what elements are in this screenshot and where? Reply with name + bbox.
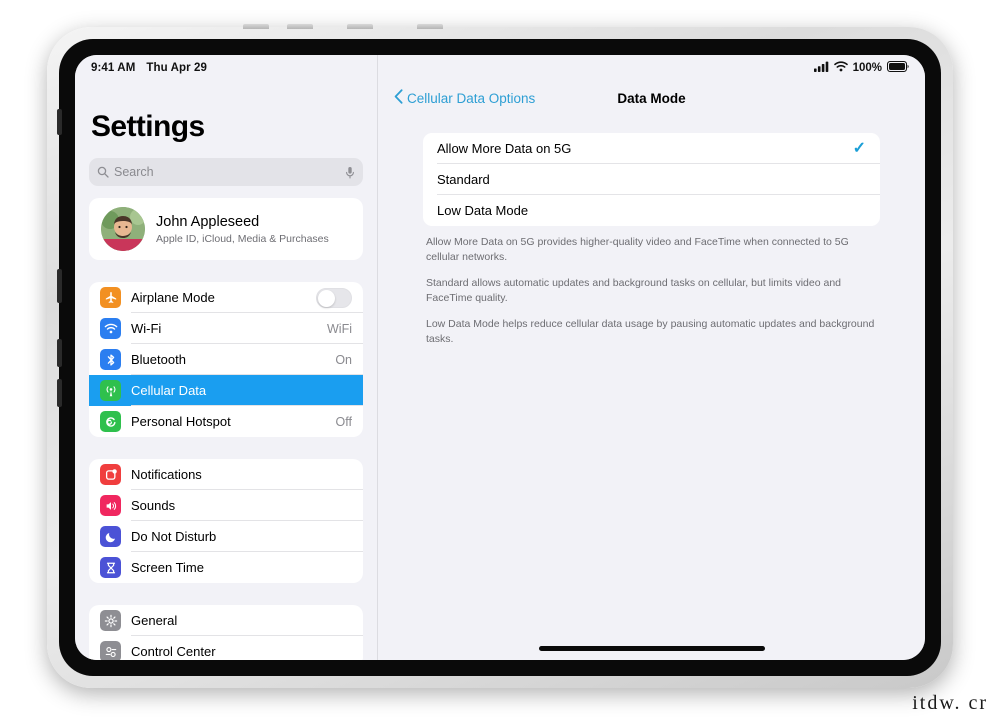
sidebar-item-value: Off (335, 414, 352, 429)
profile-row[interactable]: John Appleseed Apple ID, iCloud, Media &… (89, 198, 363, 260)
sidebar-item-label: Personal Hotspot (131, 414, 231, 429)
sidebar-item-label: Wi-Fi (131, 321, 162, 336)
option-row[interactable]: Allow More Data on 5G ✓ (423, 133, 880, 164)
gear-icon (100, 610, 121, 631)
sidebar-item-general[interactable]: General (89, 605, 363, 636)
sidebar-item-notifications[interactable]: Notifications (89, 459, 363, 490)
moon-icon (100, 526, 121, 547)
notifications-icon (100, 464, 121, 485)
watermark: itdw. cr (912, 692, 988, 714)
footnote-text: Low Data Mode helps reduce cellular data… (426, 317, 875, 345)
ipad-screen: 9:41 AM Thu Apr 29 Settings Search John … (75, 55, 925, 660)
sidebar-item-control-center[interactable]: Control Center (89, 636, 363, 660)
sidebar-groups: Airplane Mode Wi-Fi WiFi Bluetooth On Cellula… (75, 282, 377, 660)
option-label: Standard (437, 172, 490, 187)
settings-group: Airplane Mode Wi-Fi WiFi Bluetooth On Cellula… (89, 282, 363, 437)
profile-name: John Appleseed (156, 213, 260, 230)
profile-card[interactable]: John Appleseed Apple ID, iCloud, Media &… (89, 198, 363, 260)
hotspot-icon (100, 411, 121, 432)
settings-group: General Control Center (89, 605, 363, 660)
left-port-1 (57, 109, 62, 135)
chevron-left-icon (394, 89, 403, 107)
footnote-text: Standard allows automatic updates and ba… (426, 276, 841, 304)
search-input[interactable] (114, 165, 345, 179)
settings-group: Notifications Sounds Do Not Disturb Screen … (89, 459, 363, 583)
sidebar-item-label: General (131, 613, 178, 628)
option-label: Low Data Mode (437, 203, 529, 218)
sidebar-item-bluetooth[interactable]: Bluetooth On (89, 344, 363, 375)
power-button[interactable] (417, 24, 443, 29)
screen-bezel: 9:41 AM Thu Apr 29 Settings Search John … (57, 39, 941, 676)
airplane-icon (100, 287, 121, 308)
wifi-icon (833, 61, 848, 75)
hourglass-icon (100, 557, 121, 578)
sidebar-item-label: Control Center (131, 644, 216, 659)
option-label: Allow More Data on 5G (437, 141, 572, 156)
navigation-bar: Cellular Data Options Data Mode (378, 81, 925, 115)
search-icon (97, 166, 109, 178)
detail-pane: 100% Cellular Data Options Data Mode All… (378, 55, 925, 660)
sidebar-item-personal-hotspot[interactable]: Personal Hotspot Off (89, 406, 363, 437)
home-indicator[interactable] (538, 646, 765, 651)
left-port-3 (57, 339, 62, 367)
sidebar-item-value: WiFi (327, 321, 352, 336)
option-row[interactable]: Standard (423, 164, 880, 195)
sidebar-item-label: Notifications (131, 467, 202, 482)
cellular-signal-icon (813, 61, 829, 75)
back-button-label: Cellular Data Options (407, 90, 536, 106)
volume-button-3[interactable] (347, 24, 373, 29)
footnote-text: Allow More Data on 5G provides higher-qu… (426, 236, 849, 263)
status-date: Thu Apr 29 (146, 62, 208, 74)
volume-button-2[interactable] (287, 24, 313, 29)
left-port-4 (57, 379, 62, 407)
sidebar-item-sounds[interactable]: Sounds (89, 490, 363, 521)
sidebar-item-screen-time[interactable]: Screen Time (89, 552, 363, 583)
footnotes: Allow More Data on 5G provides higher-qu… (426, 235, 877, 346)
sidebar-item-wi-fi[interactable]: Wi-Fi WiFi (89, 313, 363, 344)
ipad-device: 9:41 AM Thu Apr 29 Settings Search John … (47, 24, 953, 688)
wifi-icon (100, 318, 121, 339)
settings-sidebar: 9:41 AM Thu Apr 29 Settings Search John … (75, 55, 378, 660)
sidebar-item-label: Sounds (131, 498, 176, 513)
battery-full-icon (887, 61, 909, 75)
sidebar-item-label: Screen Time (131, 560, 204, 575)
status-bar-left: 9:41 AM Thu Apr 29 (75, 55, 377, 81)
sidebar-item-label: Do Not Disturb (131, 529, 217, 544)
option-row[interactable]: Low Data Mode (423, 195, 880, 226)
sidebar-item-label: Cellular Data (131, 383, 207, 398)
control-center-icon (100, 641, 121, 660)
avatar (101, 207, 145, 251)
battery-percent: 100% (852, 62, 882, 74)
volume-button-1[interactable] (243, 24, 269, 29)
cellular-antenna-icon (100, 380, 121, 401)
sidebar-item-value: On (335, 352, 352, 367)
sidebar-item-airplane-mode[interactable]: Airplane Mode (89, 282, 363, 313)
microphone-icon[interactable] (345, 166, 355, 179)
back-button[interactable]: Cellular Data Options (394, 89, 535, 107)
sidebar-item-do-not-disturb[interactable]: Do Not Disturb (89, 521, 363, 552)
data-mode-options: Allow More Data on 5G ✓ Standard Low Data M… (423, 133, 880, 226)
left-port-2 (57, 269, 62, 303)
status-bar-right: 100% (378, 55, 925, 81)
airplane-mode-toggle[interactable] (316, 287, 352, 308)
sidebar-item-label: Airplane Mode (131, 290, 215, 305)
checkmark-icon: ✓ (852, 139, 866, 157)
toggle-knob (318, 289, 335, 307)
sounds-icon (100, 495, 121, 516)
search-field[interactable] (89, 158, 363, 186)
status-time: 9:41 AM (91, 62, 136, 74)
sidebar-item-cellular-data[interactable]: Cellular Data (89, 375, 363, 406)
sidebar-item-label: Bluetooth (131, 352, 186, 367)
profile-subtitle: Apple ID, iCloud, Media & Purchases (156, 233, 329, 246)
page-title: Settings (91, 110, 205, 143)
bluetooth-icon (100, 349, 121, 370)
